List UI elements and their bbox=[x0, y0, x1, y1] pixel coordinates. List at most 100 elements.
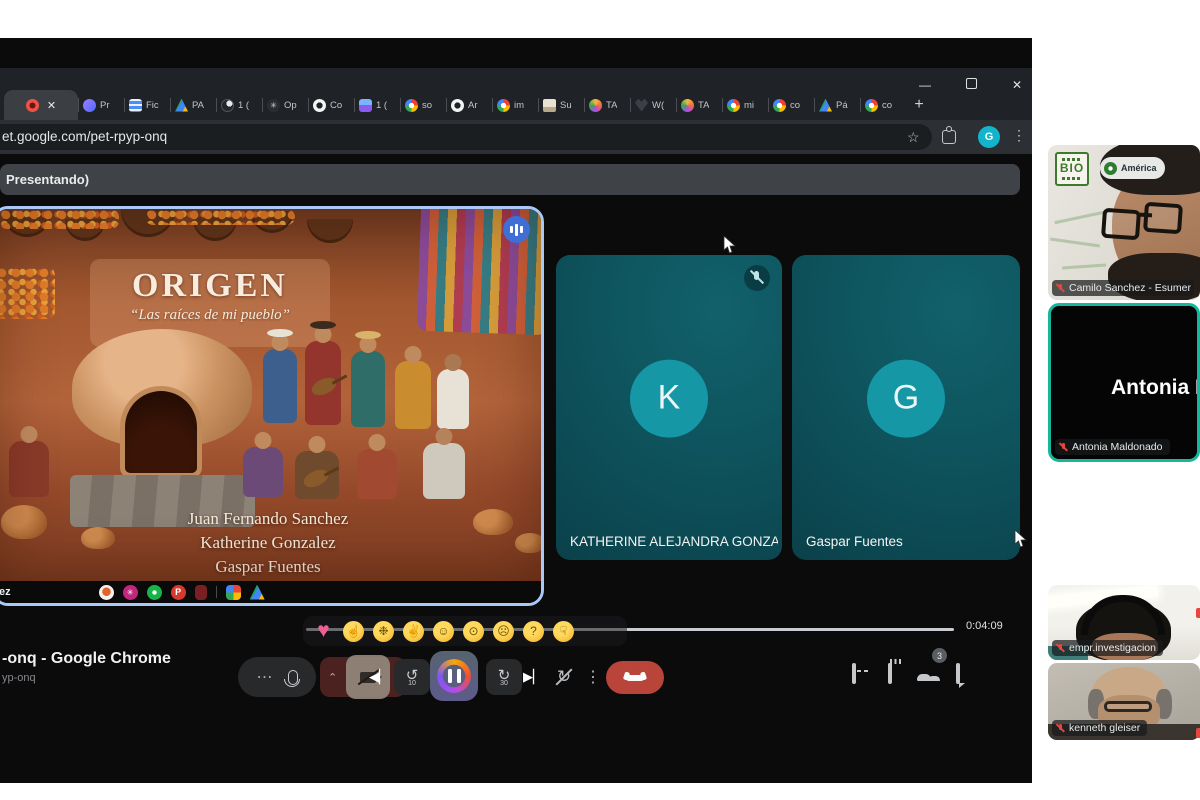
close-window-button[interactable]: ✕ bbox=[1006, 78, 1028, 92]
chat-button[interactable] bbox=[956, 665, 960, 683]
participant-label: Antonia Maldonado bbox=[1055, 439, 1170, 455]
tab-label: so bbox=[422, 100, 432, 111]
browser-tab[interactable]: 1 ( bbox=[216, 90, 262, 120]
filmstrip-tile-empr[interactable]: empr.investigacion bbox=[1048, 585, 1200, 660]
browser-tab[interactable]: TA bbox=[676, 90, 722, 120]
captions-button[interactable] bbox=[852, 665, 856, 683]
presentation-tile[interactable]: ORIGEN “Las raíces de mi pueblo” bbox=[0, 206, 544, 606]
participant-tile-katherine[interactable]: K KATHERINE ALEJANDRA GONZA... bbox=[556, 255, 782, 560]
address-bar[interactable]: et.google.com/pet-rpyp-onq bbox=[0, 124, 932, 150]
participant-initial: K bbox=[630, 359, 708, 437]
slide-decor bbox=[121, 209, 175, 237]
skip-previous-button[interactable]: ◀▏ bbox=[368, 665, 390, 689]
skip-next-button[interactable]: ▶▏ bbox=[522, 665, 544, 689]
purple-circle-favicon bbox=[83, 99, 96, 112]
browser-tab[interactable]: co bbox=[768, 90, 814, 120]
raise-hand-button[interactable] bbox=[888, 665, 892, 683]
participant-name: KATHERINE ALEJANDRA GONZA... bbox=[570, 534, 778, 549]
sync-disabled-icon: ↻ bbox=[557, 667, 571, 687]
america-logo-text: América bbox=[1121, 163, 1157, 173]
filmstrip-tile-antonia[interactable]: Antonia Maldonado Antonia Maldonado bbox=[1048, 303, 1200, 462]
tab-close-icon[interactable]: ✕ bbox=[47, 99, 56, 112]
participant-big-name: Antonia Maldonado bbox=[1111, 376, 1200, 400]
slide-title: ORIGEN bbox=[90, 267, 330, 305]
participant-initial: G bbox=[867, 359, 945, 437]
reaction-emoji[interactable]: ✌ bbox=[403, 621, 424, 642]
browser-menu-icon[interactable]: ⋮ bbox=[1012, 127, 1026, 144]
reaction-emoji[interactable]: ❉ bbox=[373, 621, 394, 642]
microphone-icon[interactable] bbox=[288, 670, 298, 685]
end-call-button[interactable] bbox=[606, 661, 664, 694]
tab-label: TA bbox=[606, 100, 617, 111]
minimize-button[interactable]: — bbox=[914, 78, 936, 92]
extensions-icon[interactable] bbox=[942, 130, 956, 144]
tab-label: mi bbox=[744, 100, 754, 111]
filmstrip-tile-camilo[interactable]: BIO América Camilo Sanchez - Esumer bbox=[1048, 145, 1200, 300]
presenting-banner: Presentando) bbox=[0, 164, 1020, 195]
pink-star-dock-icon bbox=[123, 585, 138, 600]
slide-decor-person bbox=[305, 341, 341, 425]
slide-decor-person bbox=[395, 361, 431, 429]
tab-label: Op bbox=[284, 100, 297, 111]
tab-label: 1 ( bbox=[238, 100, 249, 111]
drive-dock-icon bbox=[250, 585, 265, 600]
participant-tile-gaspar[interactable]: G Gaspar Fuentes bbox=[792, 255, 1020, 560]
sync-disabled-button[interactable]: ↻ bbox=[546, 659, 582, 695]
divider-dock-icon bbox=[216, 586, 217, 598]
browser-tab[interactable]: Op bbox=[262, 90, 308, 120]
slide-decor-pot bbox=[1, 505, 47, 539]
maximize-button[interactable] bbox=[960, 78, 982, 92]
reaction-emoji[interactable]: ⊙ bbox=[463, 621, 484, 642]
raise-hand-icon bbox=[888, 663, 892, 684]
browser-tab[interactable]: im bbox=[492, 90, 538, 120]
reaction-emoji[interactable]: ☝ bbox=[343, 621, 364, 642]
rewind-10-button[interactable]: ↺ 10 bbox=[394, 659, 430, 695]
mouse-cursor bbox=[1014, 530, 1027, 548]
slide-decor-pot bbox=[515, 533, 541, 553]
reaction-emoji[interactable]: ☹ bbox=[493, 621, 514, 642]
new-tab-button[interactable]: + bbox=[906, 90, 932, 120]
browser-tab[interactable]: mi bbox=[722, 90, 768, 120]
america-logo-icon bbox=[1104, 162, 1117, 175]
slide-authors: Juan Fernando Sanchez Katherine Gonzalez… bbox=[0, 507, 541, 579]
tab-label: PA bbox=[192, 100, 204, 111]
browser-tab[interactable]: W( bbox=[630, 90, 676, 120]
browser-tab[interactable]: so bbox=[400, 90, 446, 120]
reaction-emoji[interactable]: ☟ bbox=[553, 621, 574, 642]
profile-avatar[interactable]: G bbox=[978, 126, 1000, 148]
reaction-emoji[interactable]: ? bbox=[523, 621, 544, 642]
reaction-emoji[interactable]: ♥ bbox=[313, 621, 334, 642]
participant-name: Camilo Sanchez - Esumer bbox=[1069, 282, 1191, 294]
more-vertical-icon[interactable]: ⋮ bbox=[586, 659, 600, 695]
forward-30-button[interactable]: ↻ 30 bbox=[486, 659, 522, 695]
google-favicon bbox=[405, 99, 418, 112]
bookmark-star-icon[interactable]: ☆ bbox=[907, 128, 920, 146]
browser-tab[interactable]: 1 ( bbox=[354, 90, 400, 120]
browser-tab[interactable]: PA bbox=[170, 90, 216, 120]
chevron-up-icon[interactable]: ⌃ bbox=[328, 671, 337, 684]
browser-tab[interactable]: ✕ bbox=[4, 90, 78, 120]
participant-name: kenneth gleiser bbox=[1069, 722, 1140, 734]
slide-author: Juan Fernando Sanchez bbox=[0, 507, 541, 531]
pause-button[interactable] bbox=[430, 651, 478, 701]
forward-amount: 30 bbox=[500, 680, 508, 687]
browser-tab[interactable]: Ar bbox=[446, 90, 492, 120]
browser-tab[interactable]: Pr bbox=[78, 90, 124, 120]
participant-name: empr.investigacion bbox=[1069, 642, 1156, 654]
slide-decor bbox=[193, 217, 237, 241]
screenshot-canvas: ✕PrFicPA1 (OpCo1 (soArimSuTAW(TAmicoPáco… bbox=[0, 0, 1200, 800]
mic-muted-icon bbox=[1056, 723, 1065, 734]
shared-window-subtitle: yp-onq bbox=[2, 672, 36, 684]
filmstrip-tile-kenneth[interactable]: kenneth gleiser bbox=[1048, 663, 1200, 740]
reaction-emoji[interactable]: ☺ bbox=[433, 621, 454, 642]
browser-tab[interactable]: Pá bbox=[814, 90, 860, 120]
browser-tab[interactable]: Fic bbox=[124, 90, 170, 120]
browser-tab[interactable]: TA bbox=[584, 90, 630, 120]
more-options-icon[interactable]: ⋯ bbox=[257, 667, 273, 687]
bio-logo: BIO bbox=[1055, 152, 1089, 186]
slide-decor bbox=[0, 209, 119, 229]
browser-tab[interactable]: Co bbox=[308, 90, 354, 120]
slide-decor-person bbox=[423, 443, 465, 499]
browser-tab[interactable]: Su bbox=[538, 90, 584, 120]
browser-tab[interactable]: co bbox=[860, 90, 906, 120]
